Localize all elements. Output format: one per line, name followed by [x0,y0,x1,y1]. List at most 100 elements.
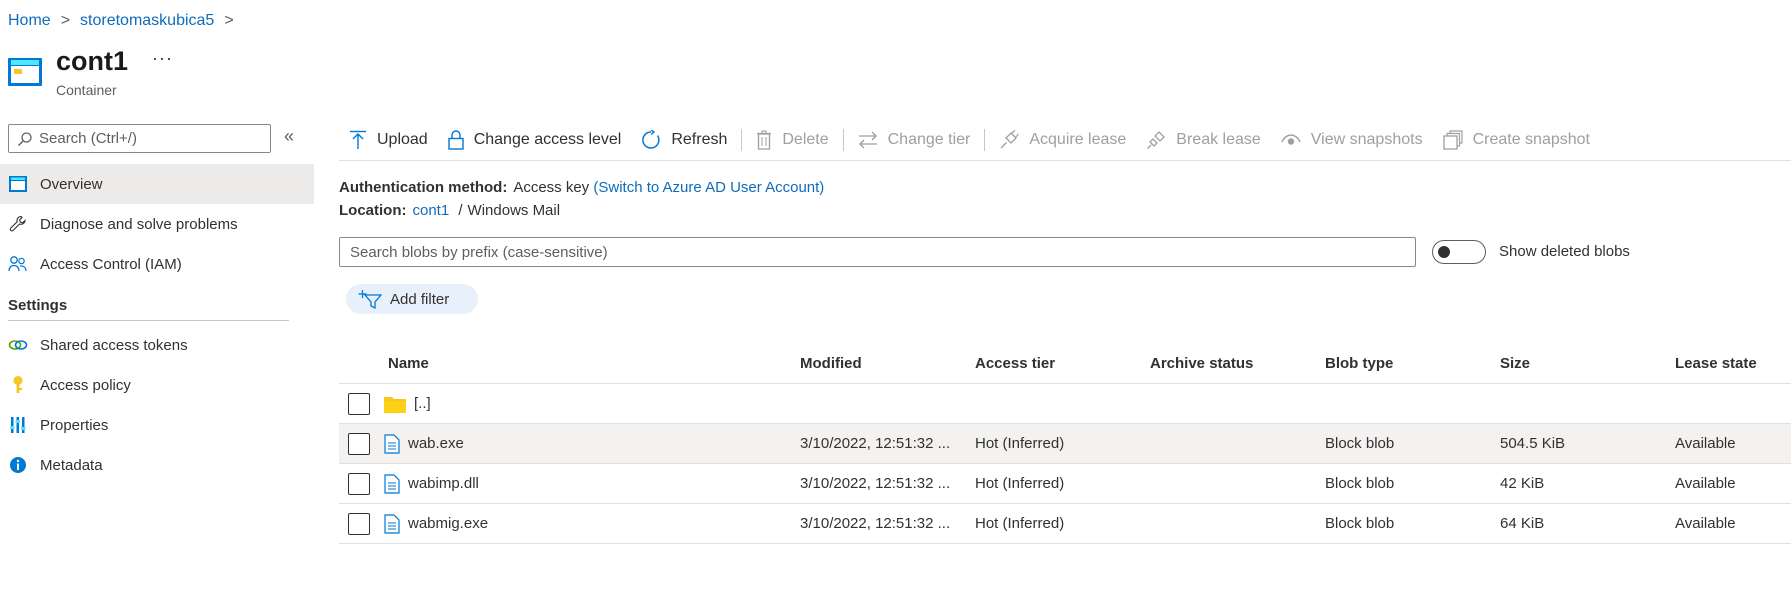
view-snapshots-label: View snapshots [1310,130,1423,148]
sidebar-item-label: Diagnose and solve problems [40,215,238,233]
row-lease-state: Available [1675,515,1736,532]
sidebar-item-metadata[interactable]: Metadata [0,445,314,485]
folder-icon [384,396,406,413]
location-label: Location: [339,202,407,219]
sidebar-item-iam[interactable]: Access Control (IAM) [0,244,314,284]
location-separator: / [458,202,463,219]
column-header-lease-state[interactable]: Lease state [1675,355,1791,372]
column-header-size[interactable]: Size [1500,355,1675,372]
column-header-name[interactable]: Name [384,355,800,372]
table-row-parent[interactable]: [..] [339,384,1791,424]
add-filter-button[interactable]: Add filter [346,284,478,314]
search-icon [18,131,32,146]
upload-button[interactable]: Upload [339,120,438,160]
column-header-modified[interactable]: Modified [800,355,975,372]
sidebar-section-settings: Settings [8,296,68,314]
sidebar-item-diagnose[interactable]: Diagnose and solve problems [0,204,314,244]
file-icon [384,473,400,494]
sidebar-item-label: Properties [40,416,109,434]
table-row[interactable]: wab.exe 3/10/2022, 12:51:32 ... Hot (Inf… [339,424,1791,464]
wrench-icon [8,214,28,234]
row-name[interactable]: [..] [414,395,431,412]
row-lease-state: Available [1675,475,1736,492]
add-filter-label: Add filter [390,290,450,308]
sidebar-item-overview[interactable]: Overview [0,164,314,204]
overview-icon [8,174,28,194]
show-deleted-blobs-label: Show deleted blobs [1499,243,1630,260]
breadcrumb-separator: > [224,12,234,29]
table-row[interactable]: wabmig.exe 3/10/2022, 12:51:32 ... Hot (… [339,504,1791,544]
row-checkbox[interactable] [348,512,370,535]
view-snapshots-button[interactable]: View snapshots [1271,120,1433,160]
refresh-icon [642,129,660,149]
sidebar-item-label: Access policy [40,376,131,394]
sidebar-item-properties[interactable]: Properties [0,405,314,445]
change-tier-label: Change tier [887,130,971,148]
location-folder: Windows Mail [467,202,561,219]
sidebar-search-input[interactable]: Search (Ctrl+/) [8,124,271,153]
properties-icon [8,415,28,435]
sidebar-nav: Overview Diagnose and solve problems Acc… [0,164,314,485]
breadcrumb-home[interactable]: Home [8,12,51,30]
location-container-link[interactable]: cont1 [413,202,450,219]
acquire-lease-button[interactable]: Acquire lease [989,120,1136,160]
page-subtitle: Container [56,82,117,98]
auth-method-label: Authentication method: [339,179,508,196]
sidebar-item-shared-access-tokens[interactable]: Shared access tokens [0,325,314,365]
blob-prefix-search-input[interactable]: Search blobs by prefix (case-sensitive) [339,237,1416,267]
breadcrumb-separator: > [60,12,71,29]
column-header-blob-type[interactable]: Blob type [1325,355,1500,372]
refresh-button[interactable]: Refresh [631,120,737,160]
sidebar-divider [8,320,289,321]
row-size: 504.5 KiB [1500,435,1566,452]
breadcrumb: Home > storetomaskubica5 > [8,12,234,30]
row-blob-type: Block blob [1325,475,1395,492]
toggle-knob [1438,246,1450,258]
change-access-level-button[interactable]: Change access level [438,120,632,160]
title-block: cont1 ··· Container [8,46,173,98]
delete-button[interactable]: Delete [746,120,838,160]
switch-auth-link[interactable]: (Switch to Azure AD User Account) [593,179,824,196]
table-row[interactable]: wabimp.dll 3/10/2022, 12:51:32 ... Hot (… [339,464,1791,504]
row-name[interactable]: wabimp.dll [408,475,479,492]
row-lease-state: Available [1675,435,1736,452]
break-lease-label: Break lease [1176,130,1261,148]
create-snapshot-button[interactable]: Create snapshot [1433,120,1600,160]
container-info: Authentication method: Access key (Switch… [339,176,824,222]
toolbar-separator [984,128,986,151]
show-deleted-blobs-toggle[interactable] [1432,240,1486,264]
unplug-icon [1147,130,1166,149]
row-checkbox[interactable] [348,392,370,415]
column-header-archive-status[interactable]: Archive status [1150,355,1325,372]
change-tier-button[interactable]: Change tier [848,120,981,160]
eye-icon [1281,133,1301,145]
column-header-access-tier[interactable]: Access tier [975,355,1150,372]
info-icon [8,455,28,475]
collapse-sidebar-button[interactable]: « [284,126,294,147]
row-name[interactable]: wab.exe [408,435,464,452]
plug-icon [1000,129,1020,148]
row-size: 42 KiB [1500,475,1545,492]
row-blob-type: Block blob [1325,435,1395,452]
break-lease-button[interactable]: Break lease [1136,120,1271,160]
blob-search-placeholder: Search blobs by prefix (case-sensitive) [350,243,608,261]
row-modified: 3/10/2022, 12:51:32 ... [800,435,951,452]
row-checkbox[interactable] [348,432,370,455]
breadcrumb-storage-account[interactable]: storetomaskubica5 [80,12,214,30]
table-header: Name Modified Access tier Archive status… [339,344,1791,384]
row-name[interactable]: wabmig.exe [408,515,488,532]
more-options-button[interactable]: ··· [152,48,173,69]
row-size: 64 KiB [1500,515,1545,532]
link-icon [8,335,28,355]
sidebar-item-label: Metadata [40,456,103,474]
upload-label: Upload [377,130,428,148]
toolbar-separator [741,128,743,151]
trash-icon [757,129,772,150]
acquire-lease-label: Acquire lease [1029,130,1127,148]
container-icon [8,58,42,86]
key-icon [8,375,28,395]
snapshot-icon [1442,129,1463,150]
change-access-level-label: Change access level [473,130,622,148]
sidebar-item-access-policy[interactable]: Access policy [0,365,314,405]
row-checkbox[interactable] [348,472,370,495]
